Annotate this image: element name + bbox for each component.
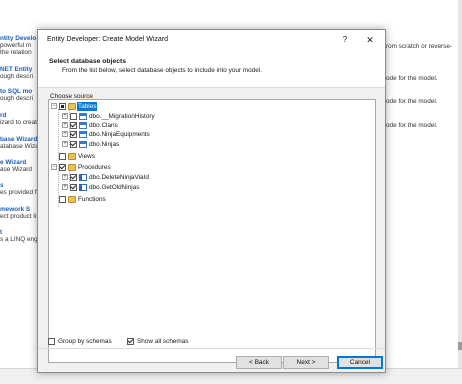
step-description: From the list below, select database obj… <box>62 67 262 74</box>
close-button[interactable]: ✕ <box>363 33 377 47</box>
procedure-icon <box>79 174 87 181</box>
table-checkbox[interactable] <box>70 122 77 129</box>
table-icon <box>79 131 87 138</box>
bg-list-item[interactable]: s es provided f <box>0 182 38 196</box>
bg-item-title: ntity Develo <box>0 35 37 42</box>
table-checkbox[interactable] <box>70 131 77 138</box>
bg-right-text: ode for the model. <box>386 98 438 105</box>
wizard-header: Select database objects From the list be… <box>38 50 385 88</box>
bg-item-desc: s a LINQ eng <box>0 236 38 243</box>
bg-scrollbar-thumb[interactable] <box>458 342 462 350</box>
bg-item-desc: izard to creat <box>0 119 37 126</box>
procedure-label: dbo.GetOldNinjas <box>89 184 140 191</box>
bg-item-title: base Wizard <box>0 136 38 143</box>
views-checkbox[interactable] <box>59 153 66 160</box>
expand-icon[interactable]: + <box>62 141 68 147</box>
expand-icon[interactable]: + <box>62 113 68 119</box>
expand-icon[interactable]: + <box>62 131 68 137</box>
table-label: dbo.__MigrationHistory <box>89 113 155 120</box>
cancel-button[interactable]: Cancel <box>337 356 383 369</box>
procedure-icon <box>79 184 87 191</box>
help-button[interactable]: ? <box>338 33 352 47</box>
dialog-title: Entity Developer: Create Model Wizard <box>47 36 168 43</box>
folder-icon <box>68 164 76 171</box>
bg-item-title: t <box>0 229 3 236</box>
table-icon <box>79 122 87 129</box>
folder-icon <box>68 103 76 110</box>
procedures-label: Procedures <box>78 164 111 171</box>
dialog-titlebar: Entity Developer: Create Model Wizard ? … <box>38 30 385 50</box>
tables-label: Tables <box>77 102 98 111</box>
expand-icon[interactable]: + <box>62 122 68 128</box>
bg-item-title: mework S <box>0 206 31 213</box>
show-all-schemas-label: Show all schemas <box>137 338 189 345</box>
bg-right-text: ode for the model. <box>386 75 438 82</box>
bg-item-desc: es provided f <box>0 189 37 196</box>
bg-list-item[interactable]: mework S ect product li <box>0 206 38 220</box>
bg-item-title: rd <box>0 112 7 119</box>
footer-divider <box>38 348 385 349</box>
table-checkbox[interactable] <box>70 141 77 148</box>
procedure-checkbox[interactable] <box>70 174 77 181</box>
views-label: Views <box>78 153 95 160</box>
group-by-schemas-checkbox[interactable] <box>48 338 55 345</box>
table-icon <box>79 113 87 120</box>
create-model-wizard-dialog: Entity Developer: Create Model Wizard ? … <box>37 29 386 373</box>
group-by-schemas-label: Group by schemas <box>58 338 112 345</box>
bg-item-title: to SQL mo <box>0 88 33 95</box>
folder-icon <box>68 153 76 160</box>
bg-item-title: NET Entity <box>0 66 33 73</box>
back-button[interactable]: < Back <box>236 356 282 369</box>
bg-list-item[interactable]: t s a LINQ eng <box>0 229 38 243</box>
expand-icon[interactable]: + <box>62 184 68 190</box>
bg-list-item[interactable]: to SQL mo ough descri <box>0 88 38 102</box>
functions-checkbox[interactable] <box>59 196 66 203</box>
functions-label: Functions <box>78 196 106 203</box>
bg-list-item[interactable]: e Wizard ase Wizard <box>0 159 38 173</box>
bg-list-item[interactable]: ntity Develo powerful m the relation <box>0 35 38 56</box>
tables-checkbox[interactable] <box>59 103 66 110</box>
table-label: dbo.NinjaEquipments <box>89 131 150 138</box>
table-label: dbo.Ninjas <box>89 141 120 148</box>
bg-item-desc: ase Wizard <box>0 166 32 173</box>
bg-right-text: rom scratch or reverse- <box>386 43 453 50</box>
bg-item-desc: atabase Wiza <box>0 143 38 150</box>
table-icon <box>79 141 87 148</box>
table-label: dbo.Clans <box>89 122 118 129</box>
collapse-icon[interactable]: − <box>51 164 57 170</box>
bg-item-desc: powerful m <box>0 42 32 49</box>
bg-list-item[interactable]: rd izard to creat <box>0 112 38 126</box>
background-wizard-list: ntity Develo powerful m the relation NET… <box>0 20 38 360</box>
bg-item-desc: the relation <box>0 49 32 56</box>
procedure-checkbox[interactable] <box>70 184 77 191</box>
bg-right-text: ode for the model. <box>386 122 438 129</box>
collapse-icon[interactable]: − <box>51 103 57 109</box>
bg-scrollbar[interactable] <box>458 0 462 368</box>
procedures-checkbox[interactable] <box>59 164 66 171</box>
bg-item-title: e Wizard <box>0 159 27 166</box>
table-checkbox[interactable] <box>70 113 77 120</box>
show-all-schemas-checkbox[interactable] <box>127 338 134 345</box>
database-objects-tree[interactable]: − Tables + dbo.__MigrationHistory + dbo.… <box>48 99 376 363</box>
bg-list-item[interactable]: NET Entity ough descri <box>0 66 38 80</box>
bg-item-title: s <box>0 182 4 189</box>
step-title: Select database objects <box>49 58 127 65</box>
bg-item-desc: ough descri <box>0 95 34 102</box>
procedure-label: dbo.DeleteNinjaViaId <box>89 174 149 181</box>
bg-item-desc: ough descri <box>0 73 34 80</box>
bg-list-item[interactable]: base Wizard atabase Wiza <box>0 136 38 150</box>
next-button[interactable]: Next > <box>283 356 329 369</box>
expand-icon[interactable]: + <box>62 174 68 180</box>
folder-icon <box>68 196 76 203</box>
bg-item-desc: ect product li <box>0 213 37 220</box>
